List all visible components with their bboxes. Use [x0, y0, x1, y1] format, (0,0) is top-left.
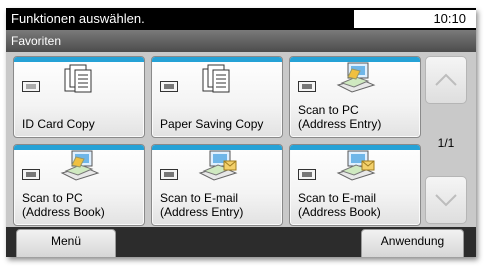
tile-scan-to-pc-address-entry[interactable]: Scan to PC (Address Entry) — [289, 56, 421, 138]
page-down-button[interactable] — [425, 176, 467, 224]
page-indicator: 1/1 — [437, 136, 455, 150]
operation-panel-screen: Funktionen auswählen. 10:10 Favoriten ID… — [6, 8, 476, 257]
bottom-bar: Menü Anwendung — [6, 227, 476, 257]
menu-button[interactable]: Menü — [16, 229, 116, 257]
tile-scan-to-pc-address-book[interactable]: Scan to PC (Address Book) — [13, 144, 145, 226]
title-bar: Funktionen auswählen. 10:10 — [6, 8, 476, 30]
tile-label: Paper Saving Copy — [160, 117, 264, 131]
chevron-down-icon — [435, 194, 457, 207]
pagination-panel: 1/1 — [425, 56, 469, 224]
tile-label: ID Card Copy — [22, 117, 95, 131]
copy-mode-icon — [22, 81, 40, 92]
screen-title: Funktionen auswählen. — [11, 11, 145, 26]
favorites-grid: ID Card Copy Paper Saving Copy Scan to P… — [13, 56, 421, 226]
tile-paper-saving-copy[interactable]: Paper Saving Copy — [151, 56, 283, 138]
tile-id-card-copy[interactable]: ID Card Copy — [13, 56, 145, 138]
chevron-up-icon — [435, 73, 457, 86]
page-up-button[interactable] — [425, 56, 467, 104]
scan-to-email-icon — [198, 150, 238, 181]
tile-stripe — [14, 57, 144, 62]
clock: 10:10 — [354, 10, 476, 28]
scan-mode-icon — [298, 169, 316, 180]
scan-to-email-icon — [336, 150, 376, 181]
scan-mode-icon — [22, 169, 40, 180]
copy-mode-icon — [160, 81, 178, 92]
favorites-heading: Favoriten — [11, 34, 62, 48]
tile-scan-to-email-address-entry[interactable]: Scan to E-mail (Address Entry) — [151, 144, 283, 226]
tile-label: Scan to PC (Address Book) — [22, 191, 105, 219]
tile-label: Scan to E-mail (Address Book) — [298, 191, 381, 219]
document-icon — [202, 64, 230, 93]
subtitle-bar: Favoriten — [6, 30, 476, 52]
tile-label: Scan to E-mail (Address Entry) — [160, 191, 244, 219]
scan-mode-icon — [160, 169, 178, 180]
scan-to-pc-icon — [60, 150, 100, 181]
tile-label: Scan to PC (Address Entry) — [298, 103, 382, 131]
document-icon — [64, 64, 92, 93]
tile-stripe — [152, 57, 282, 62]
scan-to-pc-icon — [336, 62, 376, 93]
scan-mode-icon — [298, 81, 316, 92]
tile-scan-to-email-address-book[interactable]: Scan to E-mail (Address Book) — [289, 144, 421, 226]
apply-button[interactable]: Anwendung — [361, 229, 464, 257]
